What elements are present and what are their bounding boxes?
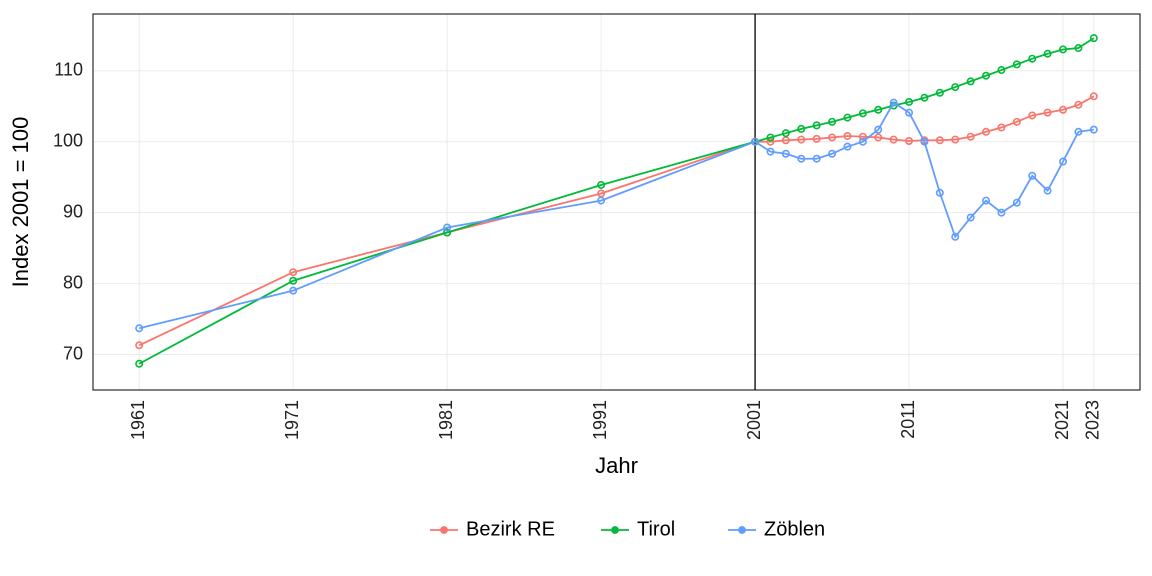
legend-label: Bezirk RE bbox=[466, 518, 555, 540]
legend-label: Zöblen bbox=[764, 518, 825, 540]
legend-key-point bbox=[612, 527, 619, 534]
x-axis: 1961 1971 1981 1991 2001 2011 2021 2023 bbox=[128, 400, 1103, 440]
x-tick-label: 2011 bbox=[898, 400, 918, 439]
legend-key-point bbox=[441, 527, 448, 534]
line-chart: 1961 1971 1981 1991 2001 2011 2021 2023 70 80 90 10… bbox=[0, 0, 1152, 576]
y-tick-label: 110 bbox=[54, 60, 83, 80]
x-tick-label: 1991 bbox=[590, 400, 610, 440]
x-tick-label: 1961 bbox=[128, 400, 148, 440]
x-tick-label: 2023 bbox=[1083, 400, 1103, 440]
y-tick-label: 70 bbox=[63, 343, 83, 363]
legend-label: Tirol bbox=[637, 518, 675, 540]
y-tick-label: 90 bbox=[63, 201, 83, 221]
x-axis-title: Jahr bbox=[595, 453, 638, 478]
x-tick-label: 1981 bbox=[436, 400, 456, 440]
x-tick-label: 1971 bbox=[282, 400, 302, 440]
x-tick-label: 2021 bbox=[1052, 400, 1072, 440]
y-axis-title: Index 2001 = 100 bbox=[8, 117, 33, 288]
y-axis: 70 80 90 100 110 bbox=[53, 60, 83, 364]
y-tick-label: 100 bbox=[53, 130, 83, 150]
y-tick-label: 80 bbox=[63, 272, 83, 292]
legend: Bezirk RE Tirol Zöblen bbox=[430, 518, 825, 540]
x-tick-label: 2001 bbox=[744, 400, 764, 440]
legend-key-point bbox=[739, 527, 746, 534]
